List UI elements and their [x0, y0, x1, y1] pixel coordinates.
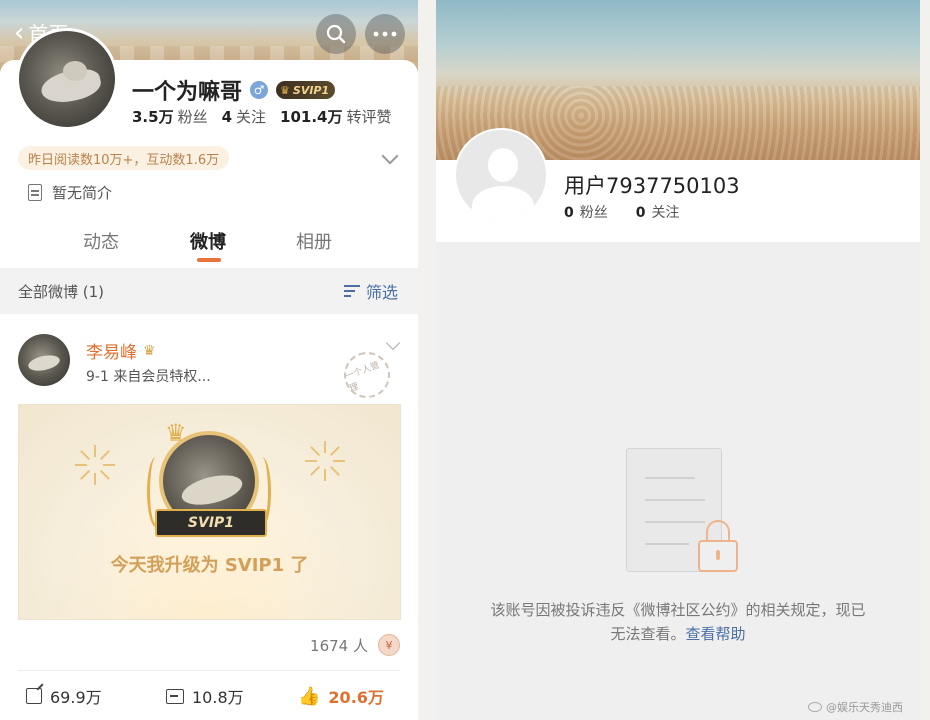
active-tab-indicator: [197, 258, 221, 262]
stat-followers[interactable]: 0 粉丝: [564, 202, 608, 222]
lock-icon: [698, 520, 738, 572]
watermark-text: @娱乐天秀迪西: [826, 701, 903, 714]
firework-icon: [75, 445, 115, 485]
search-icon: [326, 24, 346, 44]
watermark: @娱乐天秀迪西: [808, 699, 903, 715]
more-button[interactable]: [365, 14, 405, 54]
tab-dynamic[interactable]: 动态: [83, 228, 119, 254]
profile-page-right: 用户7937750103 0 粉丝 0 关注 该账号因被投诉违反《微博社区公约》的相…: [436, 0, 920, 720]
profile-name-row: 一个为嘛哥 ♂ ♛ SVIP1: [132, 74, 336, 106]
document-icon: [28, 184, 42, 201]
avatar[interactable]: [16, 28, 118, 130]
default-avatar-icon[interactable]: [454, 128, 548, 222]
profile-page-left: ‹ 首页 一个为嘛哥 ♂ ♛ SVIP1 3.5万粉丝 4关注: [0, 0, 418, 720]
profile-name: 一个为嘛哥: [132, 80, 243, 105]
filter-button[interactable]: 筛选: [343, 279, 398, 303]
post-author-name: 李易峰: [86, 343, 137, 363]
divider: [18, 670, 400, 671]
svip-label: SVIP1: [292, 83, 330, 97]
filter-label: 筛选: [365, 283, 398, 302]
comment-button[interactable]: 10.8万: [166, 684, 244, 708]
filter-icon: [343, 284, 360, 298]
stamp-badge: 一个人管理: [337, 345, 397, 405]
more-icon: [373, 31, 397, 37]
stat-following[interactable]: 4 关注: [222, 106, 266, 127]
post-image-caption: 今天我升级为 SVIP1 了: [110, 555, 309, 576]
post-actions: 69.9万 10.8万 👍 20.6万: [0, 678, 418, 718]
screenshot-stage: ‹ 首页 一个为嘛哥 ♂ ♛ SVIP1 3.5万粉丝 4关注: [0, 0, 930, 720]
read-stats-pill[interactable]: 昨日阅读数10万+，互动数1.6万: [18, 146, 230, 170]
bio-text: 暂无简介: [52, 184, 113, 202]
weibo-logo-icon: [808, 702, 822, 712]
like-button[interactable]: 👍 20.6万: [298, 684, 384, 708]
share-button[interactable]: 69.9万: [26, 684, 102, 708]
filter-bar: 全部微博 (1) 筛选: [0, 268, 418, 314]
profile-stats: 3.5万 粉丝 4 关注 101.4万 转评赞: [132, 106, 392, 127]
chevron-left-icon: ‹: [14, 17, 25, 48]
post-author-avatar[interactable]: [18, 334, 70, 386]
banned-notice-text: 该账号因被投诉违反《微博社区公约》的相关规定，现已无法查看。: [490, 601, 866, 643]
share-icon: [26, 688, 42, 704]
tab-album[interactable]: 相册: [296, 228, 332, 254]
post-image[interactable]: ♛ SVIP1 今天我升级为 SVIP1 了: [18, 404, 401, 620]
stat-followers[interactable]: 3.5万 粉丝: [132, 106, 208, 127]
stat-following[interactable]: 0 关注: [636, 202, 680, 222]
comment-count: 10.8万: [192, 688, 244, 707]
svip-badge[interactable]: ♛ SVIP1: [276, 81, 336, 99]
reward-count: 1674 人: [310, 636, 368, 655]
like-count: 20.6万: [328, 688, 384, 707]
stat-interactions[interactable]: 101.4万 转评赞: [280, 106, 391, 127]
tab-weibo[interactable]: 微博: [190, 228, 226, 254]
post-meta: 9-1 来自会员特权...: [86, 369, 211, 385]
search-button[interactable]: [316, 14, 356, 54]
help-link[interactable]: 查看帮助: [686, 625, 746, 643]
crown-icon: ♛: [165, 419, 187, 447]
reward-icon: ¥: [378, 634, 400, 656]
crown-icon: ♛: [280, 83, 290, 97]
gender-male-icon: ♂: [250, 81, 269, 99]
share-count: 69.9万: [50, 688, 102, 707]
firework-icon: [305, 441, 345, 481]
banned-notice: 该账号因被投诉违反《微博社区公约》的相关规定，现已无法查看。查看帮助: [488, 598, 868, 646]
reward-row[interactable]: 1674 人 ¥: [310, 634, 400, 656]
crown-icon: ♛: [143, 342, 156, 359]
post-author[interactable]: 李易峰 ♛: [86, 338, 156, 364]
thumbs-up-icon: 👍: [298, 685, 321, 707]
bio-row: 暂无简介: [28, 182, 112, 203]
profile-stats: 0 粉丝 0 关注: [564, 202, 680, 222]
profile-name: 用户7937750103: [564, 174, 740, 198]
chevron-down-icon[interactable]: [385, 335, 401, 351]
weibo-post: 李易峰 ♛ 9-1 来自会员特权... 一个人管理 ♛ SVIP1 今天我升级为…: [0, 318, 418, 720]
comment-icon: [166, 688, 184, 704]
svip-ribbon: SVIP1: [155, 509, 267, 537]
all-weibo-label[interactable]: 全部微博 (1): [18, 281, 104, 302]
